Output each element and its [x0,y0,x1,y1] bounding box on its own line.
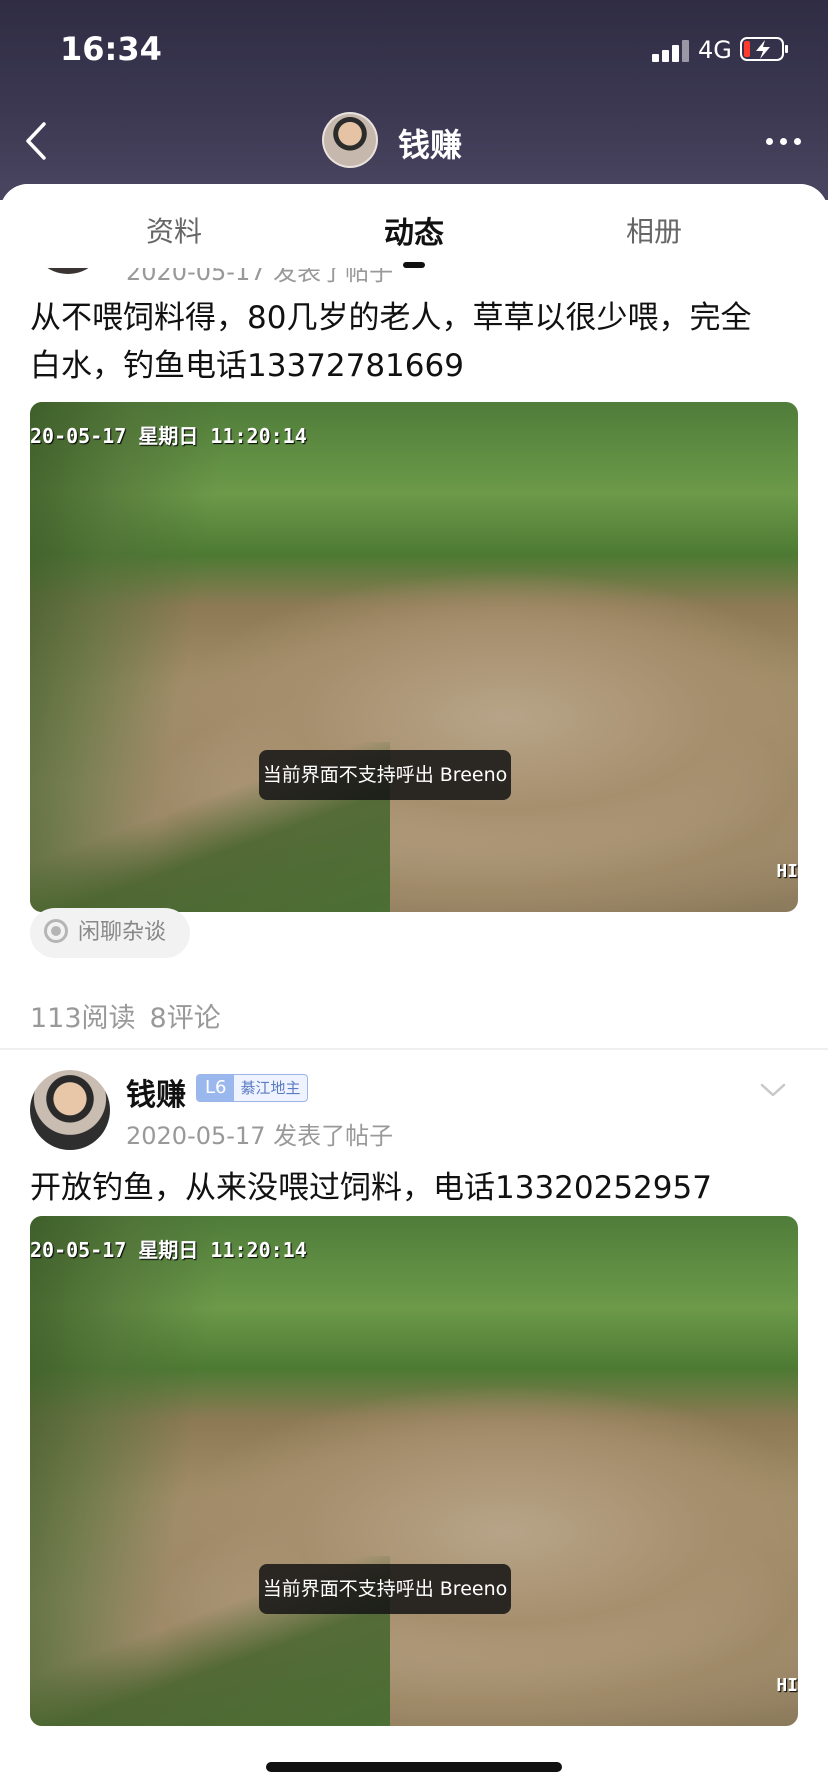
target-icon [44,919,68,943]
image-timestamp: 20-05-17 星期日 11:20:14 [30,1238,307,1262]
battery-charging-icon [740,37,788,61]
level-value: L6 [197,1075,235,1101]
back-icon[interactable] [18,118,58,164]
nav-bar: 钱赚 [0,100,828,184]
post-text-line: 从不喂饲料得，80几岁的老人，草草以很少喂，完全 [30,300,752,336]
avatar[interactable] [322,112,378,168]
post-image[interactable]: 20-05-17 星期日 11:20:14 HI [30,402,798,912]
level-badge: L6 綦江地主 [196,1074,308,1102]
page-title: 钱赚 [398,126,463,164]
profile-sheet: 资料 动态 相册 2020-05-17 发表了帖子 从不喂饲料得，80几岁的老人… [0,184,828,1792]
post-stats: 113阅读 8评论 [30,996,235,1035]
divider [0,1048,828,1050]
tab-album[interactable]: 相册 [574,210,734,250]
tab-activity[interactable]: 动态 [334,208,494,252]
post-text-line: 白水，钓鱼电话13372781669 [30,348,464,384]
topic-chip[interactable]: 闲聊杂谈 [30,908,190,958]
toast-message: 当前界面不支持呼出 Breeno [259,1564,511,1614]
read-count: 113阅读 [30,1003,136,1034]
chevron-down-icon[interactable] [758,1078,788,1102]
author-name[interactable]: 钱赚 [126,1070,186,1114]
post-meta: 2020-05-17 发表了帖子 [126,1122,394,1150]
post-text[interactable]: 开放钓鱼，从来没喂过饲料，电话13320252957 [30,1164,800,1212]
post-text[interactable]: 从不喂饲料得，80几岁的老人，草草以很少喂，完全 白水，钓鱼电话13372781… [30,294,800,390]
tab-indicator [403,262,425,268]
tab-bar: 资料 动态 相册 [0,184,828,268]
image-watermark: HI [776,861,798,882]
comment-count[interactable]: 8评论 [150,1003,221,1034]
image-watermark: HI [776,1675,798,1696]
level-title: 綦江地主 [240,1079,301,1097]
tab-profile[interactable]: 资料 [94,210,254,250]
status-time: 16:34 [60,30,162,68]
post-image[interactable]: 20-05-17 星期日 11:20:14 HI [30,1216,798,1726]
image-timestamp: 20-05-17 星期日 11:20:14 [30,424,307,448]
topic-label: 闲聊杂谈 [78,920,167,945]
signal-icon [652,38,690,62]
network-type: 4G [698,36,732,64]
more-icon[interactable] [762,120,806,160]
avatar[interactable] [30,1070,110,1150]
toast-message: 当前界面不支持呼出 Breeno [259,750,511,800]
status-bar: 16:34 4G [0,0,828,100]
home-indicator[interactable] [266,1762,562,1772]
